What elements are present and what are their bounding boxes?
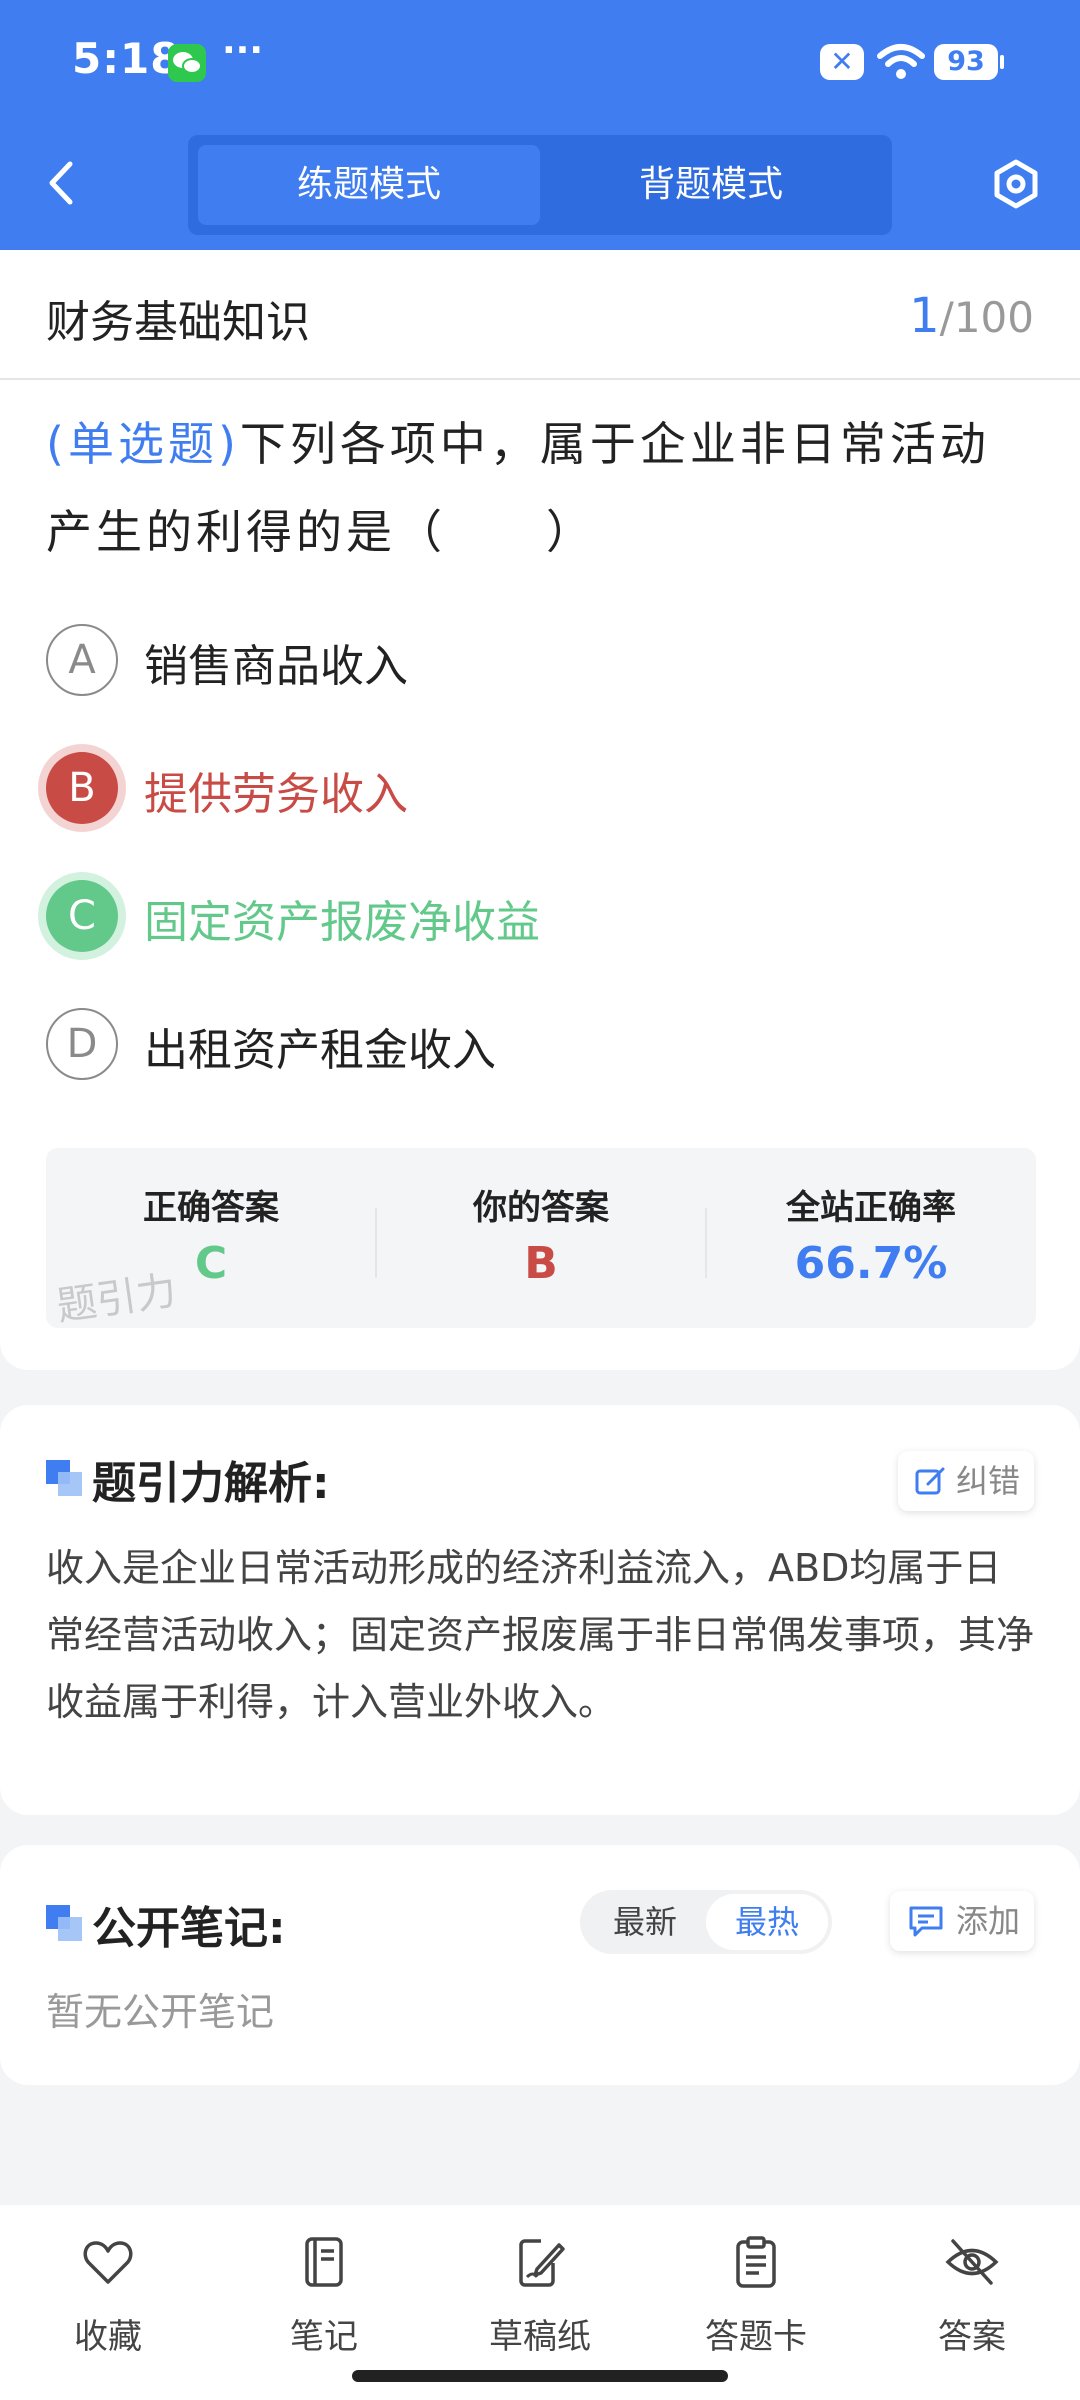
wechat-icon [168, 44, 206, 82]
add-note-label: 添加 [956, 1902, 1021, 1940]
option-text: 销售商品收入 [144, 641, 408, 692]
option-text: 出租资产租金收入 [144, 1025, 496, 1076]
nav-label: 答案 [938, 2317, 1006, 2357]
accuracy-value: 66.7% [794, 1238, 948, 1289]
question-stem: (单选题)下列各项中，属于企业非日常活动产生的利得的是（ ） [46, 400, 1036, 576]
report-error-label: 纠错 [956, 1462, 1021, 1500]
battery-indicator: 93 [934, 44, 1004, 80]
top-header: 5:18 ··· ✕ 93 练题模式 背题模式 [0, 0, 1080, 250]
sort-hottest[interactable]: 最热 [706, 1894, 828, 1950]
notebook-icon [305, 2237, 343, 2287]
your-answer-block: 你的答案 B [376, 1148, 706, 1328]
nav-label: 笔记 [290, 2317, 358, 2357]
subject-title: 财务基础知识 [46, 297, 310, 348]
eye-off-icon [945, 2239, 999, 2285]
analysis-card: 题引力解析: 纠错 收入是企业日常活动形成的经济利益流入，ABD均属于日常经营活… [0, 1405, 1080, 1815]
comment-icon [909, 1906, 943, 1937]
nav-label: 收藏 [74, 2317, 142, 2357]
chevron-left-icon [49, 161, 73, 205]
clipboard-icon [736, 2236, 776, 2288]
nav-label: 答题卡 [705, 2317, 807, 2357]
nav-favorite[interactable]: 收藏 [8, 2225, 208, 2357]
nav-notes[interactable]: 笔记 [224, 2225, 424, 2357]
correct-answer-label: 正确答案 [143, 1188, 279, 1228]
status-bar: 5:18 ··· ✕ 93 [0, 0, 1080, 125]
draft-icon [519, 2239, 565, 2287]
home-indicator[interactable] [352, 2370, 728, 2382]
tab-memorize-mode[interactable]: 背题模式 [540, 145, 882, 225]
tab-practice-mode[interactable]: 练题模式 [198, 145, 540, 225]
option-d[interactable]: D 出租资产租金收入 [46, 1004, 1036, 1084]
option-text: 固定资产报废净收益 [144, 897, 540, 948]
close-badge-icon: ✕ [820, 44, 864, 80]
nav-draft[interactable]: 草稿纸 [440, 2225, 640, 2357]
question-type: (单选题) [46, 417, 240, 471]
analysis-title: 题引力解析: [92, 1458, 330, 1509]
mode-switch: 练题模式 背题模式 [188, 135, 892, 235]
option-key: D [46, 1008, 118, 1080]
accuracy-label: 全站正确率 [786, 1188, 956, 1228]
nav-answer[interactable]: 答案 [872, 2225, 1072, 2357]
nav-answer-card[interactable]: 答题卡 [656, 2225, 856, 2357]
section-squares-icon [46, 1460, 84, 1496]
back-button[interactable] [42, 158, 82, 208]
option-a[interactable]: A 销售商品收入 [46, 620, 1036, 700]
option-key: A [46, 624, 118, 696]
section-squares-icon [46, 1905, 84, 1941]
report-error-button[interactable]: 纠错 [898, 1451, 1034, 1511]
question-card: 财务基础知识 1/100 (单选题)下列各项中，属于企业非日常活动产生的利得的是… [0, 250, 1080, 1370]
current-question-number: 1 [909, 288, 940, 344]
hexagon-settings-icon [994, 159, 1038, 209]
question-counter: 1/100 [909, 288, 1034, 344]
settings-button[interactable] [990, 158, 1042, 210]
empty-notes-text: 暂无公开笔记 [46, 1990, 275, 2034]
option-key: C [46, 880, 118, 952]
notes-sort-toggle: 最新 最热 [580, 1890, 832, 1954]
answer-summary: 正确答案 C 你的答案 B 全站正确率 66.7% 题引力 [46, 1148, 1036, 1330]
status-time: 5:18 [72, 34, 181, 83]
subject-row: 财务基础知识 1/100 [0, 250, 1080, 380]
option-text: 提供劳务收入 [144, 769, 408, 820]
option-key: B [46, 752, 118, 824]
notes-title: 公开笔记: [92, 1903, 286, 1954]
total-questions: /100 [939, 293, 1034, 342]
heart-icon [83, 2241, 133, 2284]
option-b[interactable]: B 提供劳务收入 [46, 748, 1036, 828]
option-c[interactable]: C 固定资产报废净收益 [46, 876, 1036, 956]
edit-icon [915, 1467, 945, 1495]
analysis-text: 收入是企业日常活动形成的经济利益流入，ABD均属于日常经营活动收入；固定资产报废… [46, 1546, 1035, 1724]
public-notes-card: 公开笔记: 最新 最热 添加 暂无公开笔记 [0, 1845, 1080, 2085]
your-answer-label: 你的答案 [473, 1188, 609, 1228]
wifi-icon [876, 42, 926, 86]
add-note-button[interactable]: 添加 [890, 1891, 1034, 1951]
accuracy-block: 全站正确率 66.7% [706, 1148, 1036, 1328]
your-answer-value: B [524, 1238, 558, 1289]
sort-newest[interactable]: 最新 [584, 1894, 706, 1950]
more-notifications-icon: ··· [222, 30, 264, 71]
nav-label: 草稿纸 [489, 2317, 591, 2357]
